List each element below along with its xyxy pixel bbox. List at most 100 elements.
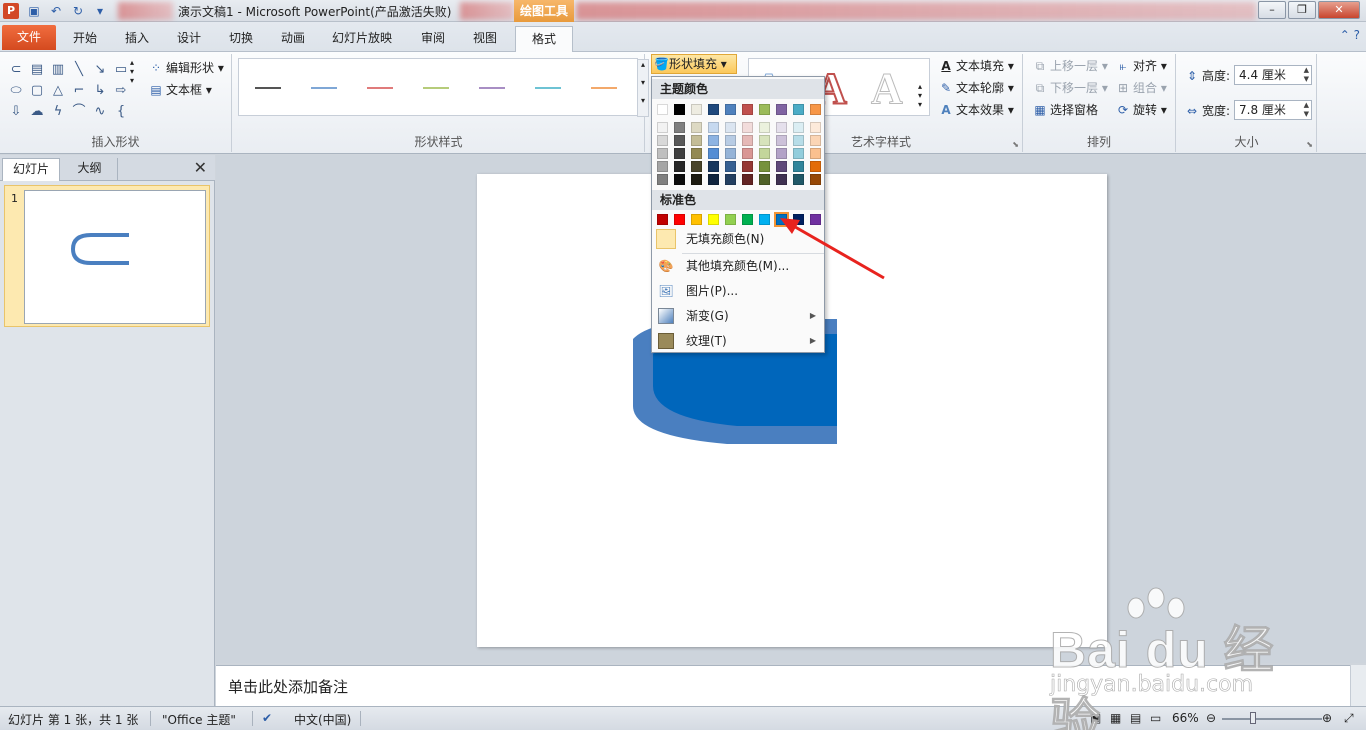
curve-shape-icon[interactable]: ⌒ <box>69 102 89 122</box>
brace-shape-icon[interactable]: { <box>111 102 131 122</box>
tab-file[interactable]: 文件 <box>2 25 56 50</box>
tab-slides[interactable]: 幻灯片 <box>2 158 60 181</box>
theme-shade-swatch[interactable] <box>691 148 702 159</box>
standard-color-swatch[interactable] <box>691 214 702 225</box>
width-input[interactable]: 7.8 厘米 ▲ ▼ <box>1234 100 1312 120</box>
notes-scrollbar[interactable] <box>1350 665 1366 706</box>
theme-shade-swatch[interactable] <box>725 135 736 146</box>
textbox-button[interactable]: ▤ 文本框 ▾ <box>148 81 212 98</box>
theme-shade-swatch[interactable] <box>742 122 753 133</box>
standard-color-swatch[interactable] <box>674 214 685 225</box>
help-icon[interactable]: ⌃ ? <box>1340 28 1360 42</box>
rectangle-shape-icon[interactable]: ▭ <box>111 60 131 80</box>
tab-animations[interactable]: 动画 <box>270 26 316 52</box>
theme-color-swatch[interactable] <box>691 104 702 115</box>
text-effects-button[interactable]: A 文本效果 ▾ <box>938 101 1014 118</box>
theme-shade-swatch[interactable] <box>708 122 719 133</box>
gallery-scroll-icon[interactable]: ▴ ▾ ▾ <box>637 59 649 117</box>
texture-fill-item[interactable]: 纹理(T) ▶ <box>652 329 824 353</box>
theme-shade-swatch[interactable] <box>759 135 770 146</box>
save-icon[interactable]: ▣ <box>26 3 42 19</box>
wordart-scroll-icon[interactable]: ▴ ▾ ▾ <box>918 82 922 109</box>
style-line-swatch[interactable] <box>479 87 505 89</box>
text-fill-button[interactable]: A 文本填充 ▾ <box>938 57 1014 74</box>
theme-shade-swatch[interactable] <box>674 161 685 172</box>
theme-shade-swatch[interactable] <box>742 174 753 185</box>
shapes-more-icon[interactable]: ▴ ▾ ▾ <box>130 58 134 85</box>
tab-view[interactable]: 视图 <box>462 26 508 52</box>
wordart-style-swatch[interactable]: A <box>871 63 904 114</box>
bracket-shape-icon[interactable]: ⊂ <box>6 60 26 80</box>
height-input[interactable]: 4.4 厘米 ▲ ▼ <box>1234 65 1312 85</box>
restore-icon[interactable]: ❐ <box>1288 1 1316 19</box>
theme-shade-swatch[interactable] <box>810 174 821 185</box>
theme-shade-swatch[interactable] <box>776 122 787 133</box>
theme-shade-swatch[interactable] <box>674 174 685 185</box>
shape-style-gallery[interactable]: ▴ ▾ ▾ <box>238 58 649 117</box>
theme-shade-swatch[interactable] <box>810 122 821 133</box>
theme-color-swatch[interactable] <box>725 104 736 115</box>
style-line-swatch[interactable] <box>367 87 393 89</box>
wave-shape-icon[interactable]: ∿ <box>90 102 110 122</box>
theme-shade-swatch[interactable] <box>742 148 753 159</box>
tab-slideshow[interactable]: 幻灯片放映 <box>324 26 400 52</box>
theme-color-swatch[interactable] <box>759 104 770 115</box>
minimize-icon[interactable]: – <box>1258 1 1286 19</box>
theme-shade-swatch[interactable] <box>776 161 787 172</box>
cloud-shape-icon[interactable]: ☁ <box>27 102 47 122</box>
theme-shade-swatch[interactable] <box>691 161 702 172</box>
style-line-swatch[interactable] <box>311 87 337 89</box>
right-arrow-shape-icon[interactable]: ⇨ <box>111 81 131 101</box>
rounded-rect-shape-icon[interactable]: ▢ <box>27 81 47 101</box>
spinner-icon[interactable]: ▲ ▼ <box>1304 101 1309 119</box>
shape-fill-button[interactable]: 🪣形状填充 ▾ <box>651 54 737 74</box>
theme-shade-swatch[interactable] <box>708 135 719 146</box>
tab-design[interactable]: 设计 <box>166 26 212 52</box>
language[interactable]: 中文(中国) <box>294 711 351 728</box>
theme-shade-swatch[interactable] <box>725 161 736 172</box>
theme-shade-swatch[interactable] <box>691 135 702 146</box>
elbow-shape-icon[interactable]: ⌐ <box>69 81 89 101</box>
theme-shade-swatch[interactable] <box>657 135 668 146</box>
theme-shade-swatch[interactable] <box>810 161 821 172</box>
send-backward-button[interactable]: ⧉ 下移一层 ▾ <box>1032 79 1108 96</box>
slide-thumbnail-selected[interactable]: 1 <box>4 185 210 327</box>
style-line-swatch[interactable] <box>423 87 449 89</box>
close-icon[interactable]: ✕ <box>194 158 207 177</box>
theme-color-swatch[interactable] <box>793 104 804 115</box>
fit-to-window-icon[interactable]: ⤢ <box>1344 711 1354 726</box>
theme-shade-swatch[interactable] <box>725 122 736 133</box>
standard-color-swatch[interactable] <box>759 214 770 225</box>
theme-shade-swatch[interactable] <box>810 148 821 159</box>
rotate-button[interactable]: ⟳ 旋转 ▾ <box>1115 101 1167 118</box>
standard-color-swatch[interactable] <box>657 214 668 225</box>
standard-color-swatch[interactable] <box>708 214 719 225</box>
theme-name[interactable]: "Office 主题" <box>162 711 236 728</box>
theme-shade-swatch[interactable] <box>776 135 787 146</box>
theme-shade-swatch[interactable] <box>793 161 804 172</box>
oval-shape-icon[interactable]: ⬭ <box>6 81 26 101</box>
customize-qat-icon[interactable]: ▾ <box>92 3 108 19</box>
theme-shade-swatch[interactable] <box>725 148 736 159</box>
elbow-arrow-shape-icon[interactable]: ↳ <box>90 81 110 101</box>
theme-shade-swatch[interactable] <box>793 122 804 133</box>
style-line-swatch[interactable] <box>591 87 617 89</box>
style-line-swatch[interactable] <box>535 87 561 89</box>
triangle-shape-icon[interactable]: △ <box>48 81 68 101</box>
shapes-gallery[interactable]: ⊂ ▤ ▥ ╲ ↘ ▭ ⬭ ▢ △ ⌐ ↳ ⇨ ⇩ ☁ ϟ ⌒ ∿ { <box>6 60 136 122</box>
arrow-line-shape-icon[interactable]: ↘ <box>90 60 110 80</box>
theme-shade-swatch[interactable] <box>759 161 770 172</box>
powerpoint-logo-icon[interactable]: P <box>3 3 19 19</box>
theme-shade-swatch[interactable] <box>674 122 685 133</box>
line-shape-icon[interactable]: ╲ <box>69 60 89 80</box>
theme-shade-swatch[interactable] <box>657 122 668 133</box>
group-button[interactable]: ⊞ 组合 ▾ <box>1115 79 1167 96</box>
tab-transitions[interactable]: 切换 <box>218 26 264 52</box>
vtextbox-shape-icon[interactable]: ▥ <box>48 60 68 80</box>
theme-shade-swatch[interactable] <box>708 148 719 159</box>
gradient-fill-item[interactable]: 渐变(G) ▶ <box>652 304 824 328</box>
theme-shade-swatch[interactable] <box>691 174 702 185</box>
slide-thumbnail[interactable] <box>24 190 206 324</box>
theme-shade-swatch[interactable] <box>742 161 753 172</box>
edit-shape-button[interactable]: ⁘ 编辑形状 ▾ <box>148 59 224 76</box>
